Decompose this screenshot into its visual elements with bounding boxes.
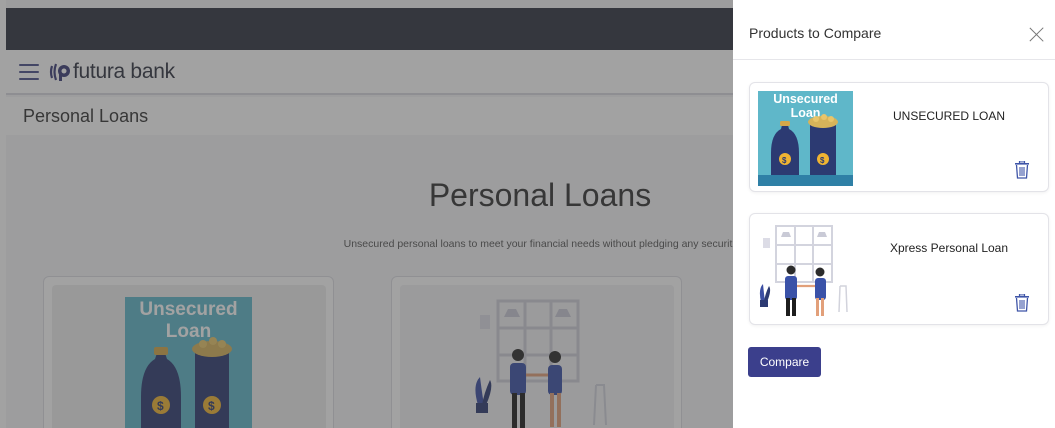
panel-title: Products to Compare [749, 25, 882, 41]
product-name: Xpress Personal Loan [889, 241, 1009, 255]
svg-text:$: $ [782, 156, 787, 165]
trash-icon[interactable] [1014, 293, 1030, 312]
compare-item-unsecured-loan: Unsecured Loan $ $ UNSECURED LOAN [749, 82, 1049, 192]
modal-backdrop[interactable] [0, 0, 733, 428]
unsecured-loan-thumbnail: Unsecured Loan $ $ [758, 91, 853, 186]
compare-item-xpress-personal-loan: Xpress Personal Loan [749, 213, 1049, 325]
trash-icon[interactable] [1014, 160, 1030, 179]
panel-header: Products to Compare [733, 0, 1055, 60]
svg-text:$: $ [820, 156, 825, 165]
product-name: UNSECURED LOAN [892, 109, 1006, 123]
compare-button[interactable]: Compare [748, 347, 821, 377]
xpress-loan-thumbnail [758, 222, 853, 317]
close-icon[interactable] [1029, 26, 1045, 42]
